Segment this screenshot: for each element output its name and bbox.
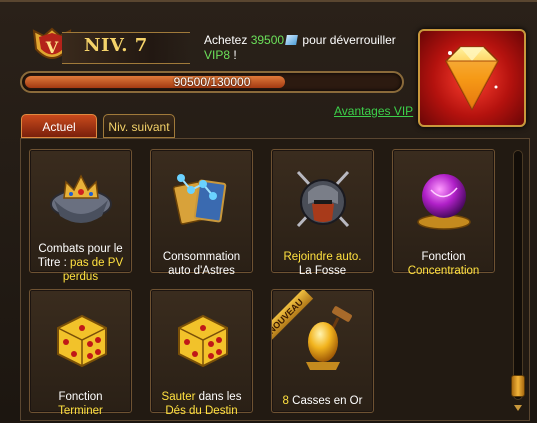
crown-shield-icon <box>50 174 112 223</box>
vip-level-label: NIV. 7 <box>84 35 148 56</box>
dice-icon <box>57 314 107 368</box>
vip-panel: V NIV. 7 Achetez 39500 pour déverrouille… <box>0 0 537 423</box>
buy-amount: 39500 <box>250 33 285 47</box>
feature-tile-title-fight[interactable]: Combats pour le Titre : pas de PV perdus <box>29 149 132 283</box>
feature-tile-concentration[interactable]: Fonction Concentration <box>392 149 495 277</box>
astral-cards-icon <box>172 174 227 225</box>
buy-middle: pour déverrouiller <box>302 33 396 47</box>
gem-icon <box>285 35 298 45</box>
tab-next-level[interactable]: Niv. suivant <box>103 114 175 138</box>
feature-label: Fonction Concentration <box>407 251 480 277</box>
diamond-icon <box>445 46 499 111</box>
unlock-message: Achetez 39500 pour déverrouiller VIP8 ! <box>204 33 414 63</box>
feature-tile-finish[interactable]: Fonction Terminer <box>29 289 132 417</box>
feature-tile-skip-dice[interactable]: Sauter dans les Dés du Destin <box>150 289 253 417</box>
feature-label: Consommation auto d'Astres <box>162 251 241 277</box>
feature-label: Rejoindre auto. La Fosse <box>283 251 362 277</box>
warrior-helmet-icon <box>296 170 350 228</box>
feature-label: Combats pour le Titre : pas de PV perdus <box>37 243 124 283</box>
vip-benefits-link[interactable]: Avantages VIP <box>334 104 413 118</box>
diamond-shop-button[interactable] <box>418 29 526 127</box>
feature-label: Sauter dans les Dés du Destin <box>161 391 242 417</box>
buy-suffix: ! <box>230 48 237 62</box>
vip-badge-letter: V <box>45 38 59 57</box>
feature-tile-astral-consumption[interactable]: Consommation auto d'Astres <box>150 149 253 277</box>
feature-tile-auto-join-pit[interactable]: Rejoindre auto. La Fosse <box>271 149 374 277</box>
tab-current[interactable]: Actuel <box>21 114 97 138</box>
feature-label: 8 Casses en Or <box>282 395 363 407</box>
scroll-down-icon[interactable] <box>513 404 523 412</box>
purple-orb-icon <box>417 174 471 230</box>
scrollbar-thumb[interactable] <box>511 375 525 397</box>
feature-tile-gold-eggs[interactable]: NOUVEAU 8 Casses en Or <box>271 289 374 413</box>
buy-target-vip: VIP8 <box>204 48 231 62</box>
dice-icon <box>178 314 228 368</box>
buy-prefix: Achetez <box>204 33 248 47</box>
progress-text: 90500/130000 <box>173 75 251 89</box>
scrollbar-track[interactable] <box>513 150 523 400</box>
vip-progress-bar: 90500/130000 <box>20 71 404 93</box>
golden-egg-icon <box>306 306 352 370</box>
feature-label: Fonction Terminer <box>58 391 103 417</box>
